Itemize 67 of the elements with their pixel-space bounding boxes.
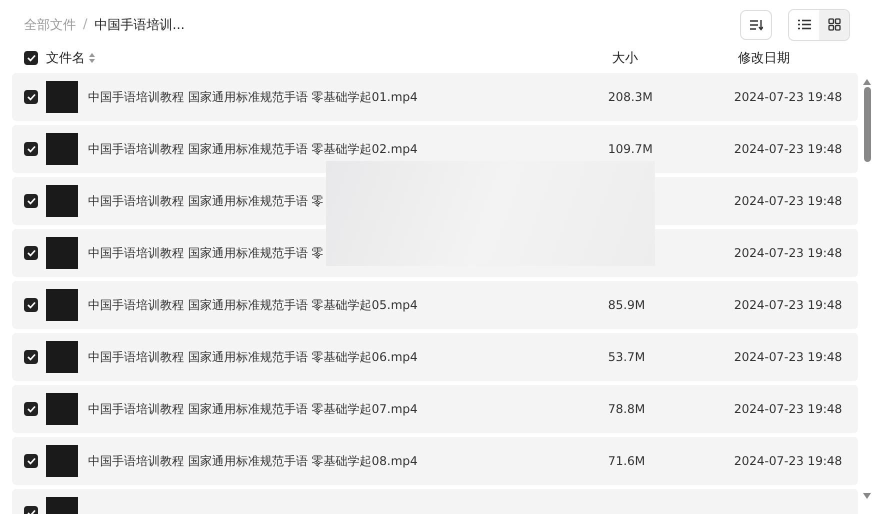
file-name: 中国手语培训教程 国家通用标准规范手语 零基础学起07.mp4 — [88, 402, 418, 416]
row-checkbox[interactable] — [24, 246, 38, 260]
video-thumbnail-placeholder — [46, 445, 78, 477]
check-icon — [26, 353, 36, 361]
modified-date: 2024-07-23 19:48 — [734, 142, 842, 156]
check-icon — [26, 145, 36, 153]
video-thumbnail-placeholder — [46, 341, 78, 373]
modified-date: 2024-07-23 19:48 — [734, 90, 842, 104]
row-checkbox[interactable] — [24, 350, 38, 364]
select-all-checkbox[interactable] — [24, 51, 38, 65]
file-row[interactable]: 中国手语培训教程 国家通用标准规范手语 零基础学起02.mp4 109.7M 2024-07-23 19:48 — [12, 125, 858, 173]
file-name: 中国手语培训教程 国家通用标准规范手语 零 — [88, 246, 324, 260]
row-checkbox[interactable] — [24, 90, 38, 104]
check-icon — [26, 249, 36, 257]
breadcrumb-item: 中国手语培训... — [94, 16, 185, 34]
row-checkbox[interactable] — [24, 194, 38, 208]
grid-view-button[interactable] — [819, 10, 849, 40]
sort-icon[interactable] — [89, 53, 95, 63]
check-icon — [26, 301, 36, 309]
modified-date: 2024-07-23 19:48 — [734, 350, 842, 364]
row-checkbox[interactable] — [24, 142, 38, 156]
scroll-up-icon[interactable] — [863, 79, 871, 85]
file-row[interactable]: 中国手语培训教程 国家通用标准规范手语 零基础学起01.mp4 208.3M 2024-07-23 19:48 — [12, 73, 858, 121]
video-thumbnail-placeholder — [46, 289, 78, 321]
video-thumbnail-placeholder — [46, 237, 78, 269]
check-icon — [26, 54, 36, 62]
row-checkbox[interactable] — [24, 454, 38, 468]
file-name: 中国手语培训教程 国家通用标准规范手语 零基础学起08.mp4 — [88, 454, 418, 468]
row-checkbox[interactable] — [24, 298, 38, 312]
column-header[interactable]: 修改日期 — [738, 49, 790, 67]
column-header[interactable]: 大小 — [612, 49, 638, 67]
column-header[interactable]: 文件名 — [46, 49, 85, 67]
breadcrumb-separator: / — [83, 17, 88, 32]
list-icon — [798, 19, 810, 30]
modified-date: 2024-07-23 19:48 — [734, 194, 842, 208]
grid-icon — [828, 18, 840, 31]
check-icon — [26, 405, 36, 413]
row-checkbox[interactable] — [24, 402, 38, 416]
file-size: 109.7M — [608, 142, 653, 156]
file-row[interactable]: 中国手语培训教程 国家通用标准规范手语 零基础学起08.mp4 71.6M 2024-07-23 19:48 — [12, 437, 858, 485]
scroll-down-icon[interactable] — [863, 493, 871, 499]
video-thumbnail-placeholder — [46, 185, 78, 217]
file-size: 71.6M — [608, 454, 646, 468]
check-icon — [26, 93, 36, 101]
modified-date: 2024-07-23 19:48 — [734, 298, 842, 312]
file-name: 中国手语培训教程 国家通用标准规范手语 零基础学起01.mp4 — [88, 90, 418, 104]
modified-date: 2024-07-23 19:48 — [734, 454, 842, 468]
check-icon — [26, 197, 36, 205]
modified-date: 2024-07-23 19:48 — [734, 402, 842, 416]
file-name: 中国手语培训教程 国家通用标准规范手语 零基础学起05.mp4 — [88, 298, 418, 312]
file-size: 53.7M — [608, 350, 646, 364]
file-name: 中国手语培训教程 国家通用标准规范手语 零基础学起02.mp4 — [88, 142, 418, 156]
sort-order-icon — [749, 18, 763, 30]
video-thumbnail-placeholder — [46, 393, 78, 425]
sort-button[interactable] — [740, 10, 772, 40]
file-name: 中国手语培训教程 国家通用标准规范手语 零基础学起06.mp4 — [88, 350, 418, 364]
video-thumbnail-placeholder — [46, 81, 78, 113]
file-size: 208.3M — [608, 90, 653, 104]
modified-date: 2024-07-23 19:48 — [734, 246, 842, 260]
file-size: 85.9M — [608, 298, 646, 312]
file-name: 中国手语培训教程 国家通用标准规范手语 零 — [88, 194, 324, 208]
file-row[interactable]: 中国手语培训教程 国家通用标准规范手语 零基础学起07.mp4 78.8M 2024-07-23 19:48 — [12, 385, 858, 433]
file-size: 78.8M — [608, 402, 646, 416]
file-row[interactable]: 中国手语培训教程 国家通用标准规范手语 零基础学起05.mp4 85.9M 2024-07-23 19:48 — [12, 281, 858, 329]
check-icon — [26, 457, 36, 465]
file-row[interactable]: 中国手语培训教程 国家通用标准规范手语 零基础学起06.mp4 53.7M 2024-07-23 19:48 — [12, 333, 858, 381]
video-thumbnail-placeholder — [46, 133, 78, 165]
